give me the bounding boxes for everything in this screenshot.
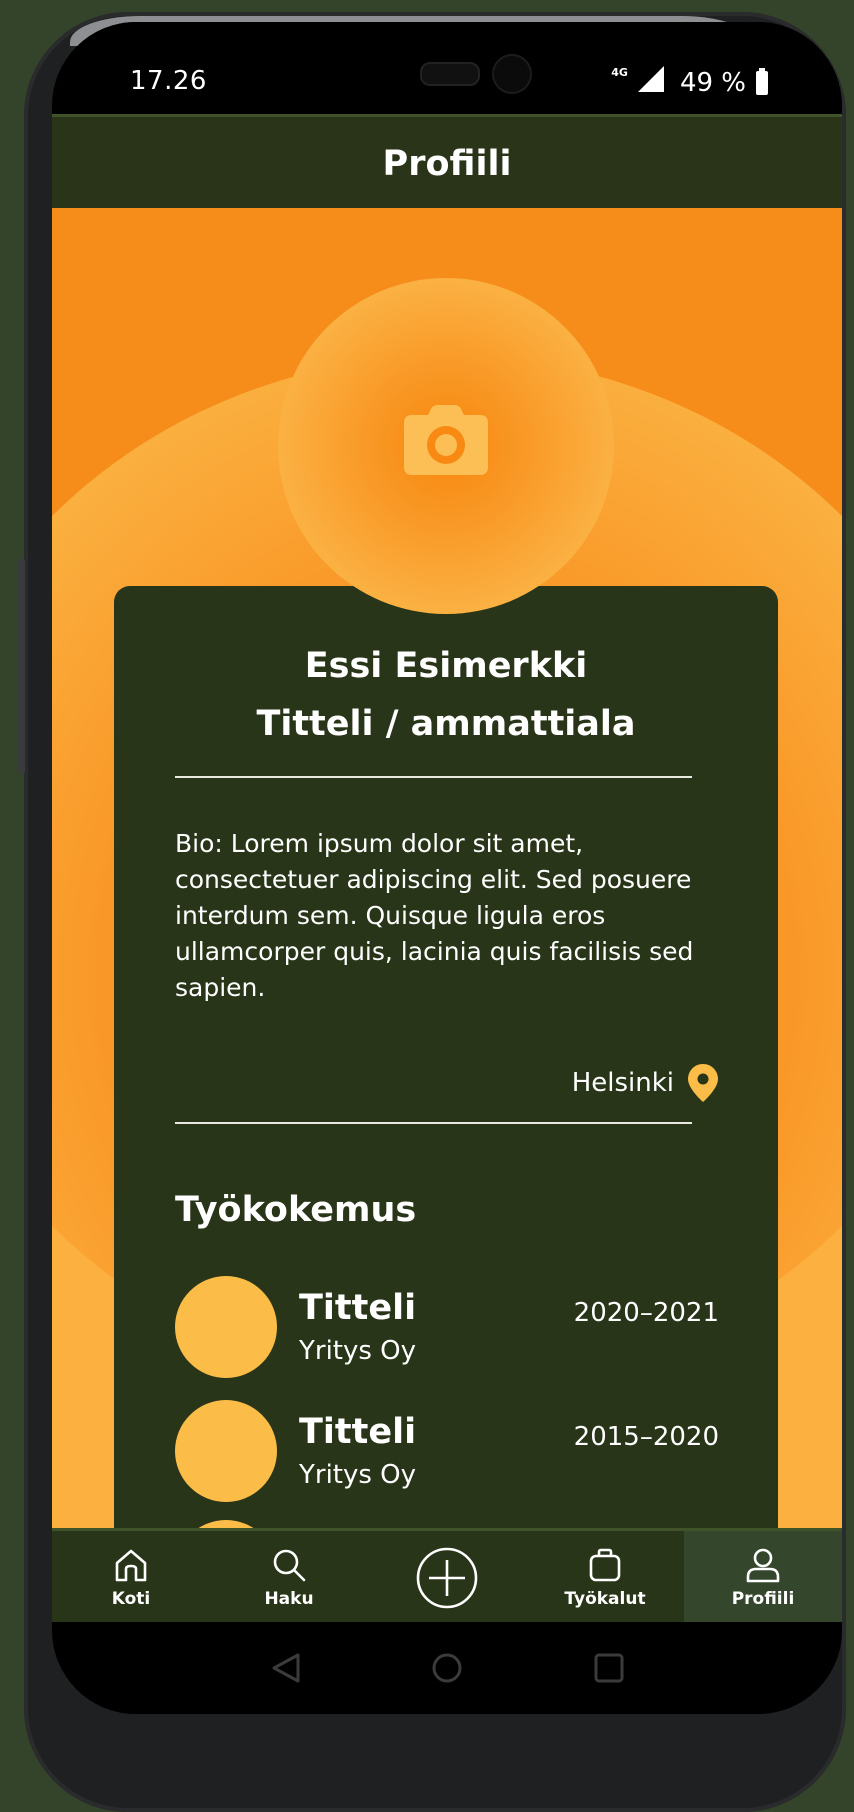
- nav-tools-label: Työkalut: [564, 1589, 646, 1609]
- back-icon[interactable]: [270, 1652, 302, 1684]
- location-label: Helsinki: [571, 1068, 674, 1098]
- divider: [175, 1122, 692, 1124]
- camera-icon: [404, 405, 488, 475]
- home-icon: [113, 1547, 149, 1583]
- status-time: 17.26: [130, 66, 207, 96]
- earpiece-speaker: [420, 62, 480, 86]
- company-logo: [175, 1276, 277, 1378]
- page-title: Profiili: [382, 144, 512, 184]
- work-years: 2015–2020: [573, 1422, 719, 1452]
- signal-icon: [637, 66, 664, 99]
- battery-percent: 49 %: [679, 67, 746, 98]
- front-camera: [492, 54, 532, 94]
- add-circle-icon: [415, 1546, 479, 1610]
- profile-content[interactable]: Essi Esimerkki Titteli / ammattiala Bio:…: [52, 208, 842, 1528]
- status-bar: 17.26 4G 49 %: [52, 22, 842, 114]
- company-logo: [175, 1520, 277, 1528]
- battery-icon: [756, 67, 768, 95]
- work-title: Titteli: [299, 1412, 417, 1452]
- nav-search[interactable]: Haku: [210, 1531, 368, 1625]
- briefcase-icon: [587, 1547, 623, 1583]
- work-company: Yritys Oy: [299, 1336, 417, 1366]
- profile-bio: Bio: Lorem ipsum dolor sit amet, consect…: [175, 829, 694, 1002]
- nav-add-button[interactable]: [368, 1531, 526, 1625]
- recents-icon[interactable]: [593, 1652, 625, 1684]
- profile-card: Essi Esimerkki Titteli / ammattiala Bio:…: [114, 586, 778, 1528]
- search-icon: [271, 1547, 307, 1583]
- bottom-navigation: Koti Haku Työkalut Profiili: [52, 1528, 842, 1625]
- network-type: 4G: [611, 66, 628, 79]
- work-title: Titteli: [299, 1288, 417, 1328]
- user-icon: [745, 1547, 781, 1583]
- screen: 17.26 4G 49 % Profiili Essi Esimerkki Ti…: [52, 22, 842, 1714]
- nav-home-label: Koti: [111, 1589, 151, 1609]
- company-logo: [175, 1400, 277, 1502]
- work-years: 2020–2021: [573, 1298, 719, 1328]
- home-circle-icon[interactable]: [431, 1652, 463, 1684]
- work-experience-heading: Työkokemus: [175, 1190, 417, 1230]
- nav-profile[interactable]: Profiili: [684, 1531, 842, 1625]
- nav-tools[interactable]: Työkalut: [526, 1531, 684, 1625]
- work-item[interactable]: Titteli Yritys Oy 2020–2021: [175, 1276, 719, 1378]
- profile-title: Titteli / ammattiala: [256, 704, 636, 744]
- app-header: Profiili: [52, 114, 842, 211]
- nav-profile-label: Profiili: [731, 1589, 795, 1609]
- nav-home[interactable]: Koti: [52, 1531, 210, 1625]
- phone-side-button: [18, 558, 25, 774]
- work-item[interactable]: Titteli Yritys Oy 2015–2020: [175, 1400, 719, 1502]
- status-indicators: 4G 49 %: [611, 66, 768, 99]
- location-pin-icon: [688, 1064, 718, 1102]
- profile-name: Essi Esimerkki: [304, 646, 588, 686]
- system-navigation-bar: [52, 1622, 842, 1714]
- location: Helsinki: [572, 1064, 718, 1102]
- profile-photo-button[interactable]: [278, 278, 614, 614]
- work-company: Yritys Oy: [299, 1460, 417, 1490]
- nav-search-label: Haku: [264, 1589, 314, 1609]
- divider: [175, 776, 692, 778]
